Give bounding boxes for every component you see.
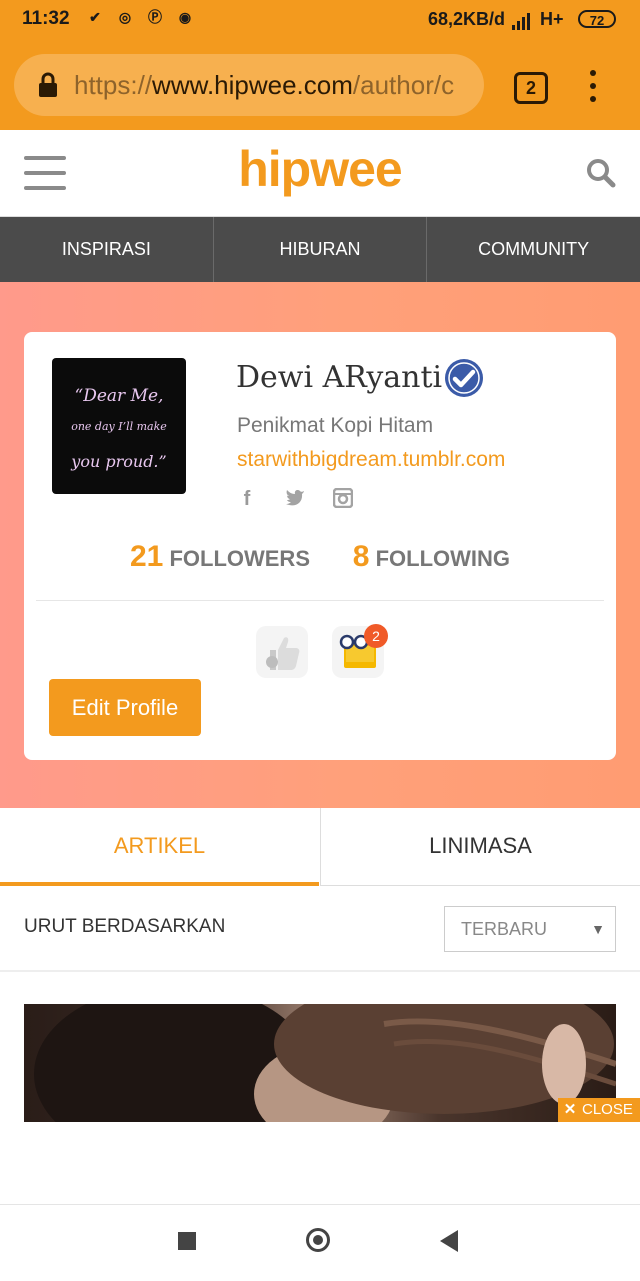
profile-website-link[interactable]: starwithbigdream.tumblr.com: [237, 448, 505, 472]
tab-linimasa[interactable]: LINIMASA: [320, 808, 640, 886]
network-speed: 68,2KB/d: [428, 9, 506, 29]
followers-count: 21: [129, 540, 164, 573]
avatar: “Dear Me, one day I’ll make you proud.”: [52, 358, 186, 494]
nav-item-hiburan[interactable]: HIBURAN: [214, 217, 428, 282]
edit-profile-button[interactable]: Edit Profile: [49, 679, 201, 736]
following-count: 8: [352, 540, 370, 573]
tab-switcher-button[interactable]: 2: [514, 72, 548, 104]
thumbs-up-badge-icon[interactable]: [256, 626, 308, 678]
url-text[interactable]: https://www.hipwee.com/author/c: [74, 70, 470, 101]
notification-icons: ✔ ◎ Ⓟ ◉: [84, 6, 196, 28]
whatsapp-icon: ◎: [118, 9, 132, 25]
article-thumbnail[interactable]: [24, 1004, 616, 1122]
followers-stat[interactable]: 21 FOLLOWERS: [130, 540, 310, 573]
nav-item-community[interactable]: COMMUNITY: [427, 217, 640, 282]
close-icon: ✕: [563, 1101, 577, 1118]
dropdown-arrow-icon: ▼: [591, 921, 605, 937]
profile-name: Dewi ARyanti: [236, 360, 443, 395]
browser-menu-icon[interactable]: [586, 70, 600, 102]
tab-artikel[interactable]: ARTIKEL: [0, 808, 319, 886]
sort-selected-value: TERBARU: [461, 919, 548, 939]
status-time: 11:32: [22, 8, 70, 29]
recents-icon[interactable]: [178, 1232, 196, 1250]
url-domain: www.hipwee.com: [152, 70, 353, 100]
chrome-icon: ◉: [178, 9, 192, 25]
battery-icon: 72: [578, 10, 616, 28]
instagram-icon[interactable]: [332, 487, 354, 510]
status-bar: 11:32 ✔ ◎ Ⓟ ◉ 68,2KB/d H+ 72: [0, 0, 640, 40]
following-label: FOLLOWING: [375, 546, 511, 571]
avatar-text-line: “Dear Me,: [74, 386, 164, 406]
followers-label: FOLLOWERS: [169, 546, 310, 571]
check-download-icon: ✔: [89, 9, 101, 25]
twitter-icon[interactable]: [285, 488, 305, 510]
url-prefix: https://: [74, 70, 153, 100]
avatar-text-line: one day I’ll make: [71, 420, 167, 433]
back-icon[interactable]: [440, 1230, 458, 1252]
ad-close-button[interactable]: ✕ CLOSE: [558, 1098, 640, 1122]
section-divider: [0, 970, 640, 972]
site-logo[interactable]: hipwee: [0, 140, 640, 198]
sort-label: URUT BERDASARKAN: [24, 916, 226, 937]
close-label: CLOSE: [582, 1101, 633, 1118]
home-icon[interactable]: [306, 1228, 330, 1252]
main-nav: INSPIRASI HIBURAN COMMUNITY: [0, 217, 640, 282]
profile-tagline: Penikmat Kopi Hitam: [237, 414, 434, 437]
lock-icon: [39, 72, 57, 97]
url-path: /author/c: [352, 70, 455, 100]
network-type: H+: [540, 9, 564, 29]
following-stat[interactable]: 8 FOLLOWING: [353, 540, 511, 573]
nav-item-inspirasi[interactable]: INSPIRASI: [0, 217, 214, 282]
search-icon[interactable]: [586, 158, 616, 188]
social-links: f: [237, 487, 354, 510]
signal-icon: [512, 10, 530, 30]
sort-select[interactable]: TERBARU ▼: [444, 906, 616, 952]
facebook-icon[interactable]: f: [237, 488, 257, 510]
badge-count: 2: [364, 624, 388, 648]
verified-check-icon: [445, 359, 483, 397]
card-divider: [36, 600, 604, 601]
pinterest-icon: Ⓟ: [148, 9, 162, 25]
avatar-text-line: you proud.”: [71, 452, 167, 471]
follow-stats: 21 FOLLOWERS 8 FOLLOWING: [0, 540, 640, 574]
